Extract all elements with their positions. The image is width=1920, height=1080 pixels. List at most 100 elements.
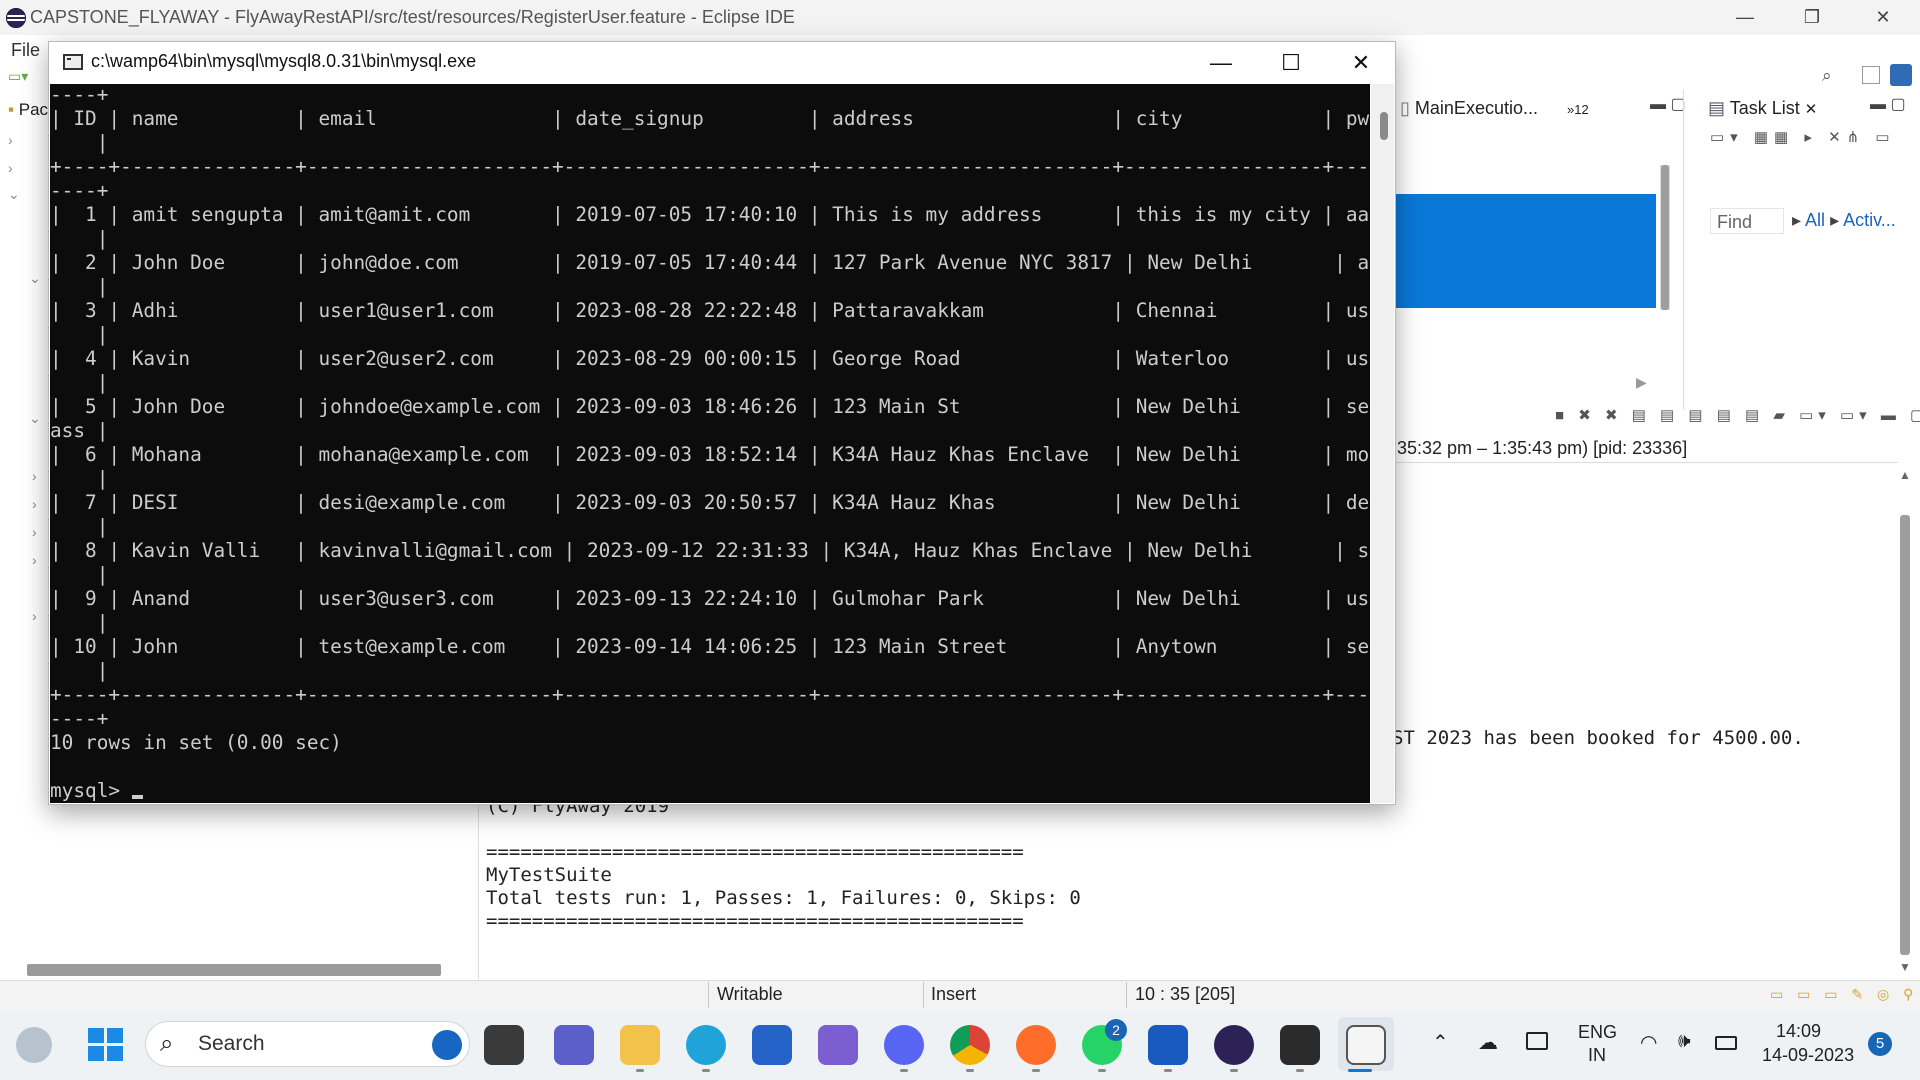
onedrive-icon[interactable]: ☁ xyxy=(1478,1030,1498,1055)
status-separator xyxy=(708,982,709,1008)
task-filter-activate[interactable]: Activ... xyxy=(1843,210,1896,230)
eclipse-icon[interactable] xyxy=(1214,1025,1254,1065)
volume-icon[interactable]: 🕪 xyxy=(1678,1030,1691,1053)
whatsapp-badge: 2 xyxy=(1105,1019,1127,1041)
running-indicator xyxy=(636,1069,644,1072)
chrome-icon[interactable] xyxy=(950,1025,990,1065)
menu-file[interactable]: File xyxy=(11,40,40,61)
active-indicator xyxy=(1348,1069,1372,1072)
tree-expand-icon[interactable]: › xyxy=(32,552,37,568)
task-find-input[interactable]: Find xyxy=(1710,208,1784,234)
discord-icon[interactable] xyxy=(884,1025,924,1065)
tree-collapse-icon[interactable]: ⌄ xyxy=(29,270,41,287)
eclipse-window-title: CAPSTONE_FLYAWAY - FlyAwayRestAPI/src/te… xyxy=(30,7,795,27)
cmd-scrollbar-track[interactable] xyxy=(1371,84,1394,803)
close-icon[interactable]: ✕ xyxy=(1848,0,1918,35)
wifi-icon[interactable]: ◠ xyxy=(1640,1030,1657,1055)
terminal-app-icon[interactable] xyxy=(1280,1025,1320,1065)
cmd-window-title: c:\wamp64\bin\mysql\mysql8.0.31\bin\mysq… xyxy=(91,51,477,71)
running-indicator xyxy=(702,1069,710,1072)
restore-icon[interactable]: ❐ xyxy=(1777,0,1847,35)
cmd-scrollbar-thumb[interactable] xyxy=(1380,112,1388,140)
language-region[interactable]: IN xyxy=(1588,1045,1606,1066)
file-explorer-icon[interactable] xyxy=(620,1025,660,1065)
cmd-title-bar[interactable]: c:\wamp64\bin\mysql\mysql8.0.31\bin\mysq… xyxy=(49,42,1395,84)
new-icon[interactable]: ▭▾ xyxy=(8,68,28,85)
tab-task-list-label: Task List xyxy=(1729,98,1800,118)
close-icon[interactable]: ✕ xyxy=(1326,42,1396,84)
word-icon[interactable] xyxy=(1148,1025,1188,1065)
microsoft-store-icon[interactable] xyxy=(752,1025,792,1065)
task-filter-all[interactable]: All xyxy=(1805,210,1825,230)
minimize-icon[interactable]: — xyxy=(1710,0,1780,35)
tree-collapse-icon[interactable]: ⌄ xyxy=(8,186,20,203)
horizontal-scrollbar[interactable] xyxy=(27,964,441,976)
terminal-text: ----+ | ID | name | email | date_signup … xyxy=(50,84,1370,803)
weather-icon[interactable] xyxy=(16,1027,52,1063)
text-cursor xyxy=(131,795,143,799)
console-test-summary: (C) FlyAway 2019 =======================… xyxy=(486,795,1081,932)
running-indicator xyxy=(900,1069,908,1072)
copilot-icon[interactable] xyxy=(818,1025,858,1065)
terminal-output-area[interactable]: ----+ | ID | name | email | date_signup … xyxy=(50,84,1370,803)
taskbar-search-label: Search xyxy=(198,1032,265,1055)
tree-expand-icon[interactable]: › xyxy=(32,608,37,624)
tree-expand-icon[interactable]: › xyxy=(8,132,13,148)
tab-task-list[interactable]: ▤ Task List ✕ xyxy=(1708,98,1817,119)
console-scrollbar-thumb[interactable] xyxy=(1900,515,1910,955)
running-indicator xyxy=(1296,1069,1304,1072)
show-hidden-icons-icon[interactable]: ⌃ xyxy=(1432,1030,1449,1055)
scroll-right-icon[interactable]: ▶ xyxy=(1636,374,1647,391)
minimize-view-icon[interactable]: ▬ ▢ xyxy=(1650,94,1686,114)
editor-scrollbar-thumb[interactable] xyxy=(1661,165,1669,310)
display-icon[interactable] xyxy=(1526,1032,1548,1050)
tree-expand-icon[interactable]: › xyxy=(8,160,13,176)
task-toolbar[interactable]: ▭▾ ▦▦ ▸ ✕⋔ ▭ xyxy=(1710,128,1896,146)
start-icon[interactable] xyxy=(88,1028,124,1062)
taskbar-search-box[interactable] xyxy=(145,1021,470,1067)
maximize-icon[interactable]: ☐ xyxy=(1256,42,1326,84)
firefox-icon[interactable] xyxy=(1016,1025,1056,1065)
bing-icon[interactable] xyxy=(432,1030,462,1060)
task-view-icon[interactable] xyxy=(484,1025,524,1065)
tree-collapse-icon[interactable]: ⌄ xyxy=(29,410,41,427)
tree-expand-icon[interactable]: › xyxy=(32,496,37,512)
running-indicator xyxy=(1098,1069,1106,1072)
tab-package-explorer-label: Pac xyxy=(18,100,49,119)
scroll-down-icon[interactable]: ▼ xyxy=(1899,960,1911,974)
console-toolbar[interactable]: ■ ✖ ✖ ▤ ▤ ▤ ▤ ▤ ▰ ▭▾ ▭▾ ▬ ▢ xyxy=(1555,406,1920,424)
mysql-console-app-icon[interactable] xyxy=(1346,1025,1386,1065)
console-divider xyxy=(1392,462,1898,463)
battery-icon[interactable] xyxy=(1715,1036,1737,1050)
open-perspective-icon[interactable] xyxy=(1862,66,1880,84)
status-insert: Insert xyxy=(931,984,977,1004)
mysql-console-window[interactable]: c:\wamp64\bin\mysql\mysql8.0.31\bin\mysq… xyxy=(48,41,1396,805)
running-indicator xyxy=(966,1069,974,1072)
mysql-prompt: mysql> xyxy=(50,779,132,802)
close-tab-icon[interactable]: ✕ xyxy=(1805,101,1818,118)
minimize-icon[interactable]: — xyxy=(1186,42,1256,84)
task-filter-links[interactable]: ▸ All ▸ Activ... xyxy=(1792,210,1896,231)
mysql-query-result: ----+ | ID | name | email | date_signup … xyxy=(50,84,1370,754)
console-output-line: ST 2023 has been booked for 4500.00. xyxy=(1392,727,1804,749)
tree-expand-icon[interactable]: › xyxy=(32,524,37,540)
tab-package-explorer[interactable]: ▪ Pac xyxy=(8,100,48,120)
minimize-view-icon[interactable]: ▬ ▢ xyxy=(1870,94,1906,114)
teams-chat-icon[interactable] xyxy=(554,1025,594,1065)
clock-time[interactable]: 14:09 xyxy=(1776,1021,1821,1042)
language-indicator[interactable]: ENG xyxy=(1578,1022,1617,1043)
scroll-up-icon[interactable]: ▲ xyxy=(1899,468,1911,482)
tab-main-execution[interactable]: ▯ MainExecutio... »12 xyxy=(1400,98,1589,119)
edge-icon[interactable] xyxy=(686,1025,726,1065)
clock-date[interactable]: 14-09-2023 xyxy=(1762,1045,1854,1066)
console-launch-info: :35:32 pm – 1:35:43 pm) [pid: 23336] xyxy=(1392,438,1688,458)
eclipse-logo-icon xyxy=(6,8,26,28)
more-tabs-badge[interactable]: »12 xyxy=(1567,102,1589,117)
notification-badge[interactable]: 5 xyxy=(1868,1032,1892,1056)
eclipse-title-bar: CAPSTONE_FLYAWAY - FlyAwayRestAPI/src/te… xyxy=(0,0,1920,35)
tree-expand-icon[interactable]: › xyxy=(32,468,37,484)
status-tray-icons[interactable]: ▭ ▭ ▭ ✎ ◎ ⚲ xyxy=(1770,986,1918,1003)
status-writable: Writable xyxy=(717,984,783,1004)
search-icon[interactable]: ⌕ xyxy=(1822,66,1832,86)
java-perspective-icon[interactable] xyxy=(1890,64,1912,86)
